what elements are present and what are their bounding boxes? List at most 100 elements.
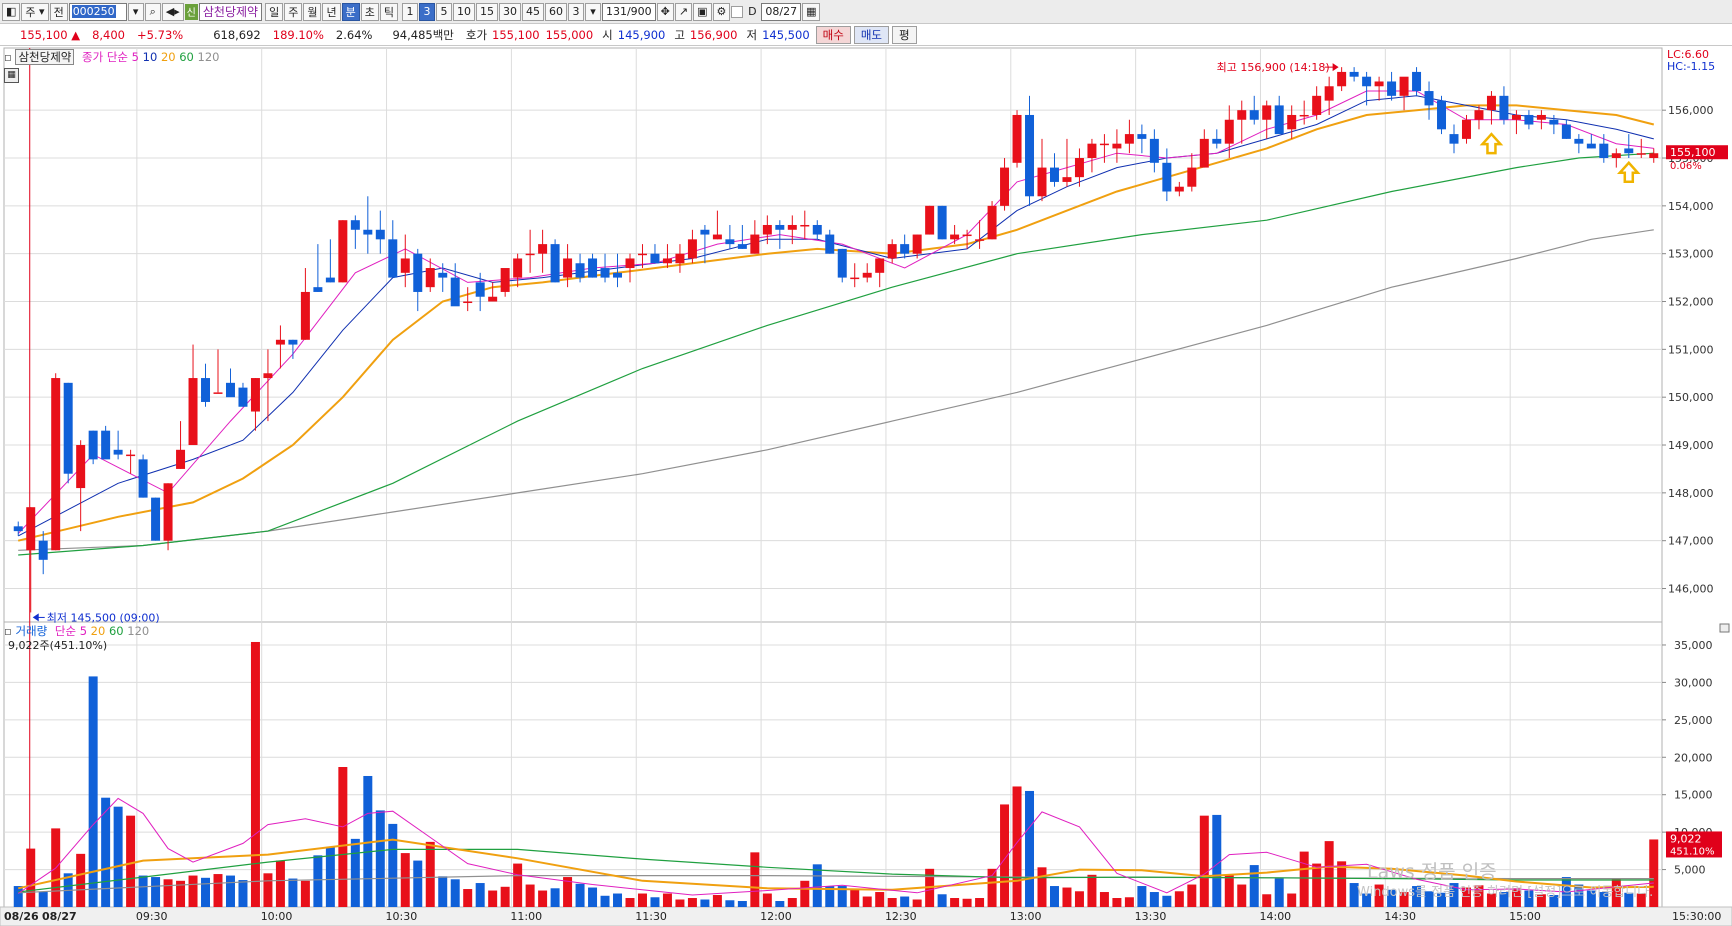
candle-body bbox=[38, 540, 48, 560]
candle-body bbox=[687, 239, 697, 259]
candle-body bbox=[862, 272, 872, 278]
candle-body bbox=[488, 296, 498, 302]
volume-bar bbox=[1324, 841, 1334, 907]
candle-body bbox=[1374, 81, 1384, 87]
candle-body bbox=[1511, 114, 1521, 120]
candle-body bbox=[1099, 143, 1109, 146]
volume-bar bbox=[138, 875, 148, 907]
volume-bar bbox=[26, 848, 36, 907]
volume-bar bbox=[900, 896, 910, 907]
candle-body bbox=[500, 268, 510, 292]
volume-bar bbox=[862, 896, 872, 907]
candle-body bbox=[1549, 119, 1559, 125]
candle-body bbox=[325, 277, 335, 283]
volume-bar bbox=[263, 873, 273, 907]
price-tick-label: 146,000 bbox=[1668, 583, 1714, 596]
volume-bar bbox=[762, 893, 772, 907]
candle-body bbox=[1037, 167, 1047, 197]
volume-bar bbox=[163, 879, 173, 907]
price-tick-label: 151,000 bbox=[1668, 343, 1714, 356]
candle-body bbox=[762, 224, 772, 235]
candle-body bbox=[825, 234, 835, 254]
volume-bar bbox=[1174, 891, 1184, 907]
candle-body bbox=[126, 454, 136, 457]
candle-body bbox=[1449, 134, 1459, 144]
price-tick-label: 152,000 bbox=[1668, 296, 1714, 309]
candle-body bbox=[88, 430, 98, 460]
candle-body bbox=[475, 282, 485, 297]
volume-bar bbox=[238, 880, 248, 907]
volume-bar bbox=[1099, 892, 1109, 907]
candle-body bbox=[1349, 71, 1359, 77]
candle-body bbox=[51, 378, 61, 551]
candle-body bbox=[925, 205, 935, 235]
volume-tick-label: 25,000 bbox=[1674, 714, 1713, 727]
time-tick-label: 14:30 bbox=[1384, 910, 1416, 923]
volume-bar bbox=[275, 860, 285, 907]
last-volume-label: 9,022 bbox=[1670, 832, 1702, 845]
candle-body bbox=[837, 248, 847, 278]
table-icon[interactable]: ▦ bbox=[4, 68, 19, 83]
last-volume-pct: 451.10% bbox=[1670, 846, 1715, 857]
candle-body bbox=[275, 339, 285, 345]
candle-body bbox=[1399, 76, 1409, 96]
date-label: 08/26 bbox=[4, 910, 39, 923]
volume-bar bbox=[375, 810, 385, 907]
volume-bar bbox=[300, 880, 310, 907]
candle-body bbox=[1262, 105, 1272, 120]
volume-bar bbox=[101, 797, 111, 907]
volume-bar bbox=[76, 853, 86, 907]
candle-body bbox=[800, 224, 810, 227]
candle-body bbox=[637, 253, 647, 256]
candle-body bbox=[812, 224, 822, 235]
volume-bar bbox=[787, 898, 797, 907]
candle-body bbox=[625, 258, 635, 269]
volume-bar bbox=[151, 877, 161, 907]
volume-bar bbox=[338, 767, 348, 907]
time-tick-label: 11:00 bbox=[510, 910, 542, 923]
candle-body bbox=[313, 287, 323, 292]
candle-body bbox=[1474, 110, 1484, 120]
time-tick-label: 10:00 bbox=[261, 910, 293, 923]
candle-body bbox=[26, 507, 36, 551]
candle-body bbox=[1249, 110, 1259, 120]
volume-bar bbox=[425, 841, 435, 907]
vol-ma5-label: 5 bbox=[79, 624, 88, 638]
candle-body bbox=[1611, 153, 1621, 159]
volume-bar bbox=[350, 838, 360, 907]
volume-bar bbox=[500, 886, 510, 907]
candle-body bbox=[675, 253, 685, 264]
candle-body bbox=[513, 258, 523, 278]
candle-body bbox=[725, 239, 735, 245]
candle-body bbox=[1486, 95, 1496, 111]
candle-body bbox=[438, 272, 448, 278]
candle-body bbox=[1162, 162, 1172, 192]
volume-bar bbox=[250, 641, 260, 907]
volume-bar bbox=[1262, 894, 1272, 907]
candle-body bbox=[875, 258, 885, 273]
candle-body bbox=[1112, 143, 1122, 149]
vol-ma-label: 단순 bbox=[54, 624, 77, 638]
candle-body bbox=[1362, 76, 1372, 87]
candle-body bbox=[1199, 138, 1209, 168]
volume-tick-label: 5,000 bbox=[1674, 864, 1706, 877]
volume-bar bbox=[675, 899, 685, 907]
candle-body bbox=[563, 258, 573, 278]
candle-body bbox=[425, 268, 435, 288]
candle-body bbox=[1437, 100, 1447, 130]
volume-bar bbox=[1312, 863, 1322, 907]
price-tick-label: 147,000 bbox=[1668, 535, 1714, 548]
volume-tick-label: 35,000 bbox=[1674, 639, 1713, 652]
stock-label: 삼천당제약 bbox=[15, 49, 75, 65]
candle-body bbox=[1212, 138, 1222, 144]
candle-body bbox=[1499, 95, 1509, 120]
volume-bar bbox=[438, 876, 448, 907]
price-tick-label: 149,000 bbox=[1668, 439, 1714, 452]
candle-body bbox=[1274, 105, 1284, 135]
time-tick-label: 10:30 bbox=[386, 910, 418, 923]
stock-chart[interactable]: 146,000 147,000 148,000 149,000 150,000 151,0… bbox=[0, 0, 1732, 926]
volume-bar bbox=[950, 898, 960, 907]
candle-body bbox=[176, 449, 186, 469]
volume-bar bbox=[1249, 865, 1259, 907]
volume-tick-label: 30,000 bbox=[1674, 676, 1713, 689]
